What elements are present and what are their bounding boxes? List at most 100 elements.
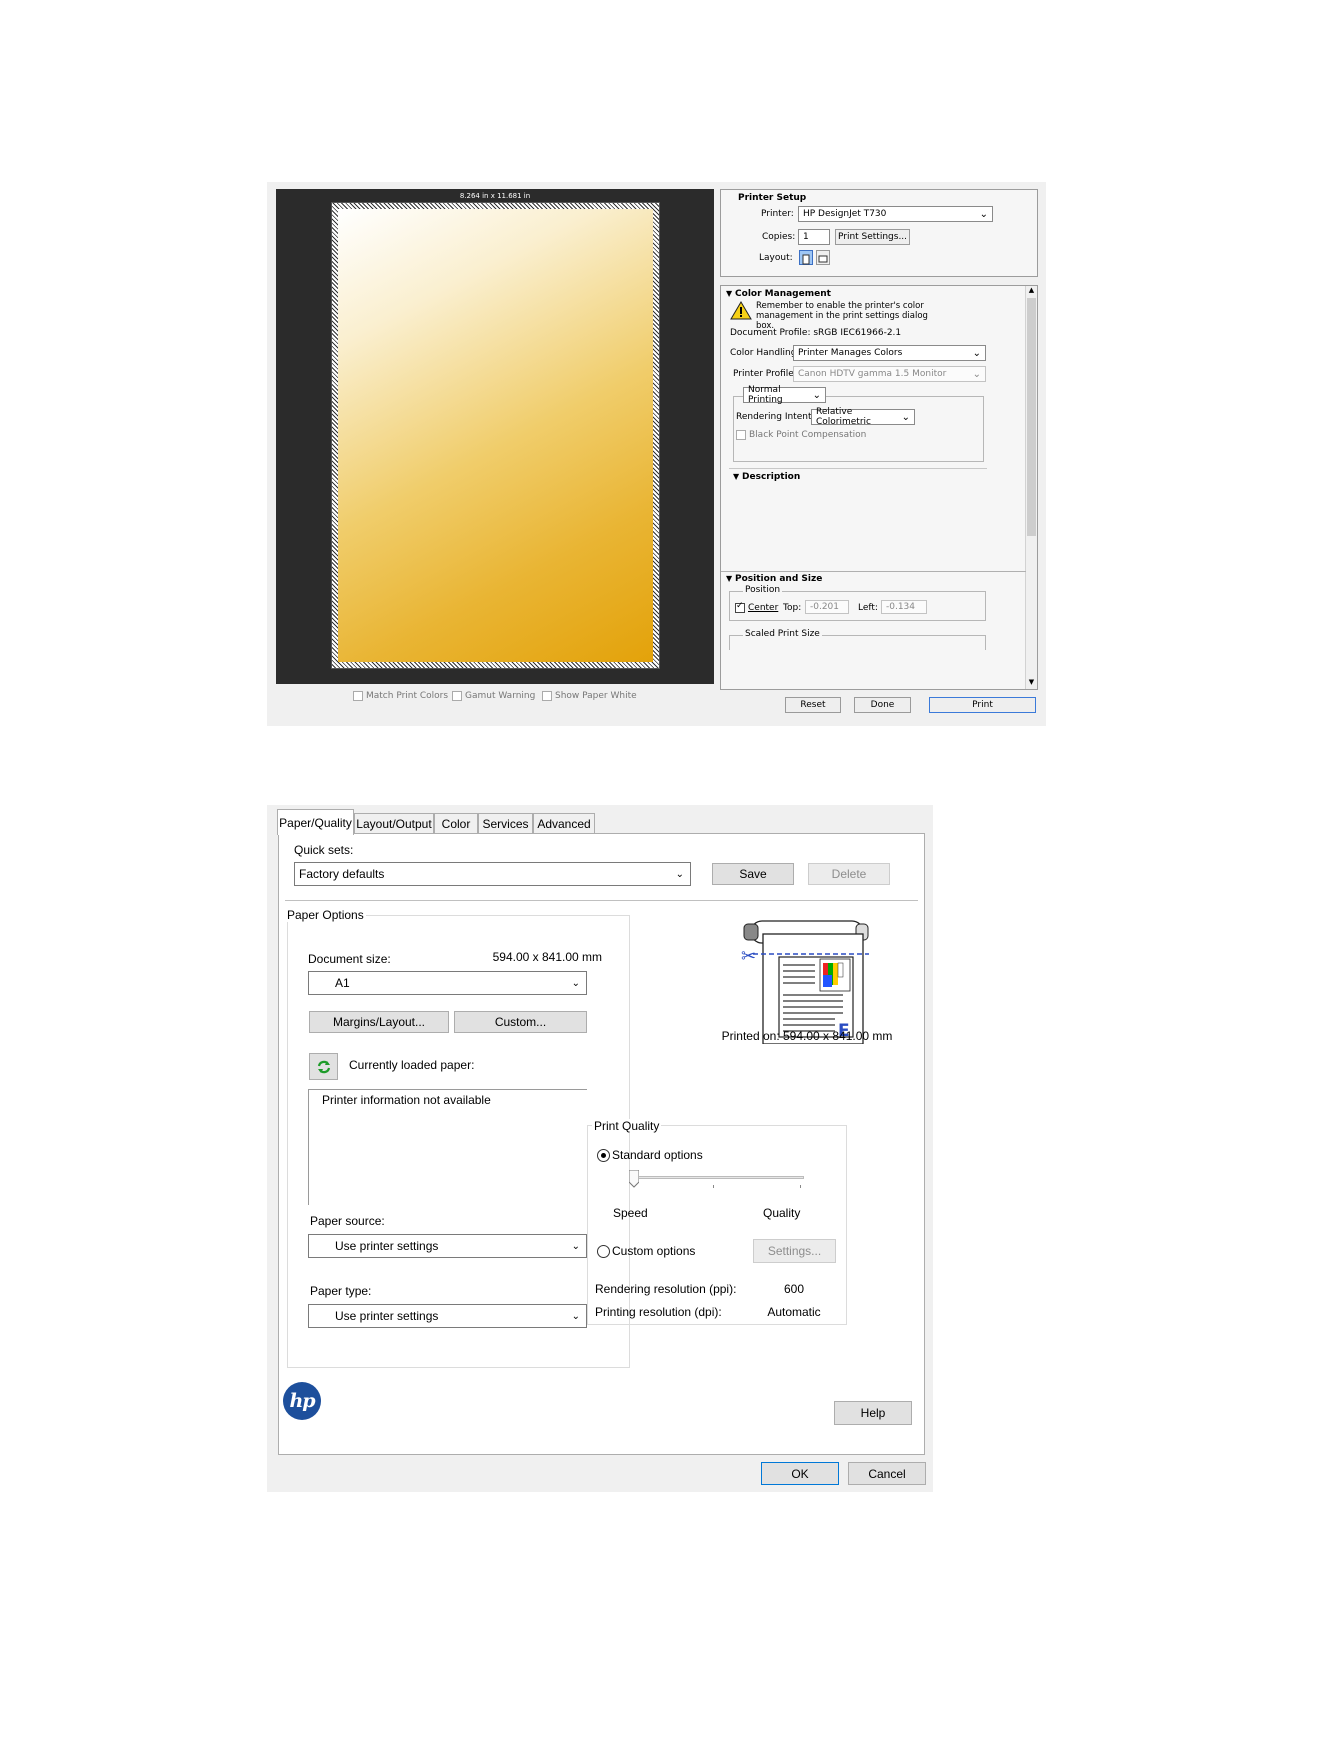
printing-mode-select[interactable]: Normal Printing ⌄ xyxy=(743,385,826,405)
printer-info-text: Printer information not available xyxy=(322,1093,491,1107)
tab-color[interactable]: Color xyxy=(434,813,478,833)
refresh-icon xyxy=(317,1060,330,1073)
printing-mode-value: Normal Printing xyxy=(748,385,783,405)
document-size-label: Document size: xyxy=(308,952,391,966)
divider xyxy=(729,468,987,469)
paper-type-label: Paper type: xyxy=(310,1284,372,1298)
print-button[interactable]: Print xyxy=(929,697,1036,713)
print-settings-button[interactable]: Print Settings... xyxy=(835,229,910,245)
position-size-title: Position and Size xyxy=(735,574,823,584)
printer-profile-select[interactable]: Canon HDTV gamma 1.5 Monitor ⌄ xyxy=(793,366,986,382)
color-management-header[interactable]: ▼ Color Management xyxy=(726,289,831,299)
description-header[interactable]: ▼ Description xyxy=(733,472,800,482)
paper-source-value: Use printer settings xyxy=(335,1239,439,1253)
hp-printer-properties-dialog: Paper/Quality Layout/Output Color Servic… xyxy=(267,805,933,1492)
center-checkbox[interactable]: ✓ Center xyxy=(735,601,779,613)
rendering-intent-label: Rendering Intent: xyxy=(736,412,815,422)
printer-select[interactable]: HP DesignJet T730 ⌄ xyxy=(798,206,993,222)
landscape-layout-icon[interactable] xyxy=(816,250,830,265)
paper-size-select[interactable]: A1 ⌄ xyxy=(308,971,587,995)
description-title: Description xyxy=(742,472,801,482)
reset-button[interactable]: Reset xyxy=(785,697,841,713)
show-paper-white-checkbox[interactable]: Show Paper White xyxy=(542,691,637,701)
vertical-scrollbar[interactable]: ▲ ▼ xyxy=(1025,286,1037,689)
checkbox-box: ✓ xyxy=(735,601,745,613)
paper-size-value: A1 xyxy=(335,976,350,990)
printer-setup-panel: Printer Setup Printer: HP DesignJet T730… xyxy=(720,189,1038,277)
quick-sets-value: Factory defaults xyxy=(299,867,385,881)
color-handling-select[interactable]: Printer Manages Colors ⌄ xyxy=(793,345,986,361)
paper-type-select[interactable]: Use printer settings ⌄ xyxy=(308,1304,587,1328)
refresh-button[interactable] xyxy=(309,1053,338,1080)
quality-slider-thumb[interactable] xyxy=(628,1169,640,1188)
scaled-print-size-label: Scaled Print Size xyxy=(743,629,822,639)
scroll-up-icon[interactable]: ▲ xyxy=(1026,286,1037,297)
scroll-down-icon[interactable]: ▼ xyxy=(1026,678,1037,689)
hp-logo: hp xyxy=(283,1382,321,1420)
custom-options-radio[interactable]: Custom options xyxy=(597,1244,695,1258)
standard-options-radio[interactable]: Standard options xyxy=(597,1148,703,1162)
cancel-button[interactable]: Cancel xyxy=(848,1462,926,1485)
radio-label: Standard options xyxy=(612,1148,703,1162)
position-size-header[interactable]: ▼ Position and Size xyxy=(726,574,822,584)
chevron-down-icon: ⌄ xyxy=(812,389,821,401)
color-management-title: Color Management xyxy=(735,289,831,299)
portrait-icon-svg xyxy=(802,254,810,265)
left-input[interactable]: -0.134 xyxy=(881,600,927,614)
delete-button[interactable]: Delete xyxy=(808,863,890,885)
match-print-colors-checkbox[interactable]: Match Print Colors xyxy=(353,691,448,701)
done-button[interactable]: Done xyxy=(854,697,911,713)
black-point-checkbox[interactable]: Black Point Compensation xyxy=(736,430,866,440)
printing-resolution-label: Printing resolution (dpi): xyxy=(595,1305,722,1319)
tab-layout-output[interactable]: Layout/Output xyxy=(354,813,434,833)
paper-source-select[interactable]: Use printer settings ⌄ xyxy=(308,1234,587,1258)
checkbox-label: Center xyxy=(748,603,779,613)
scrollbar-thumb[interactable] xyxy=(1027,298,1036,536)
chevron-down-icon: ⌄ xyxy=(901,411,910,423)
paper-size-label: 8.264 in x 11.681 in xyxy=(459,192,531,200)
ok-button[interactable]: OK xyxy=(761,1462,839,1485)
warning-triangle-svg xyxy=(730,301,752,320)
tab-advanced[interactable]: Advanced xyxy=(533,813,595,833)
printer-value: HP DesignJet T730 xyxy=(803,209,887,219)
settings-button[interactable]: Settings... xyxy=(753,1239,836,1263)
printer-setup-title: Printer Setup xyxy=(738,193,807,203)
paper-preview xyxy=(331,202,660,669)
tab-services[interactable]: Services xyxy=(478,813,533,833)
paper-options-title: Paper Options xyxy=(285,908,366,922)
left-value: -0.134 xyxy=(886,602,916,612)
checkbox-label: Gamut Warning xyxy=(465,691,536,701)
top-input[interactable]: -0.201 xyxy=(805,600,849,614)
copies-input[interactable]: 1 xyxy=(798,229,830,245)
document-profile: Document Profile: sRGB IEC61966-2.1 xyxy=(730,328,902,338)
custom-button[interactable]: Custom... xyxy=(454,1011,587,1033)
printer-label: Printer: xyxy=(761,209,794,219)
checkbox-label: Show Paper White xyxy=(555,691,637,701)
color-management-warning: Remember to enable the printer's color m… xyxy=(756,301,928,331)
copies-value: 1 xyxy=(803,232,809,242)
print-quality-title: Print Quality xyxy=(592,1119,662,1133)
help-button[interactable]: Help xyxy=(834,1401,912,1425)
rendering-intent-select[interactable]: Relative Colorimetric ⌄ xyxy=(811,407,915,427)
top-label: Top: xyxy=(783,603,802,613)
gamut-warning-checkbox[interactable]: Gamut Warning xyxy=(452,691,535,701)
checkbox-box xyxy=(542,691,552,701)
chevron-down-icon: ⌄ xyxy=(972,347,981,359)
quick-sets-select[interactable]: Factory defaults ⌄ xyxy=(294,862,691,886)
save-button[interactable]: Save xyxy=(712,863,794,885)
margins-layout-button[interactable]: Margins/Layout... xyxy=(309,1011,449,1033)
quality-slider-track[interactable] xyxy=(629,1176,804,1179)
color-handling-label: Color Handling: xyxy=(730,348,800,358)
checkbox-box xyxy=(736,430,746,440)
svg-text:✂: ✂ xyxy=(741,946,756,967)
radio-label: Custom options xyxy=(612,1244,696,1258)
tab-paper-quality[interactable]: Paper/Quality xyxy=(277,809,354,835)
rendering-resolution-label: Rendering resolution (ppi): xyxy=(595,1282,737,1296)
divider xyxy=(285,900,918,901)
photoshop-print-dialog: 8.264 in x 11.681 in Match Print Colors … xyxy=(267,182,1046,726)
hp-logo-mark: hp xyxy=(289,1390,315,1412)
checkbox-label: Match Print Colors xyxy=(366,691,449,701)
chevron-down-icon: ⌄ xyxy=(571,1310,580,1322)
portrait-layout-icon[interactable] xyxy=(799,250,813,265)
image-preview xyxy=(338,209,653,662)
